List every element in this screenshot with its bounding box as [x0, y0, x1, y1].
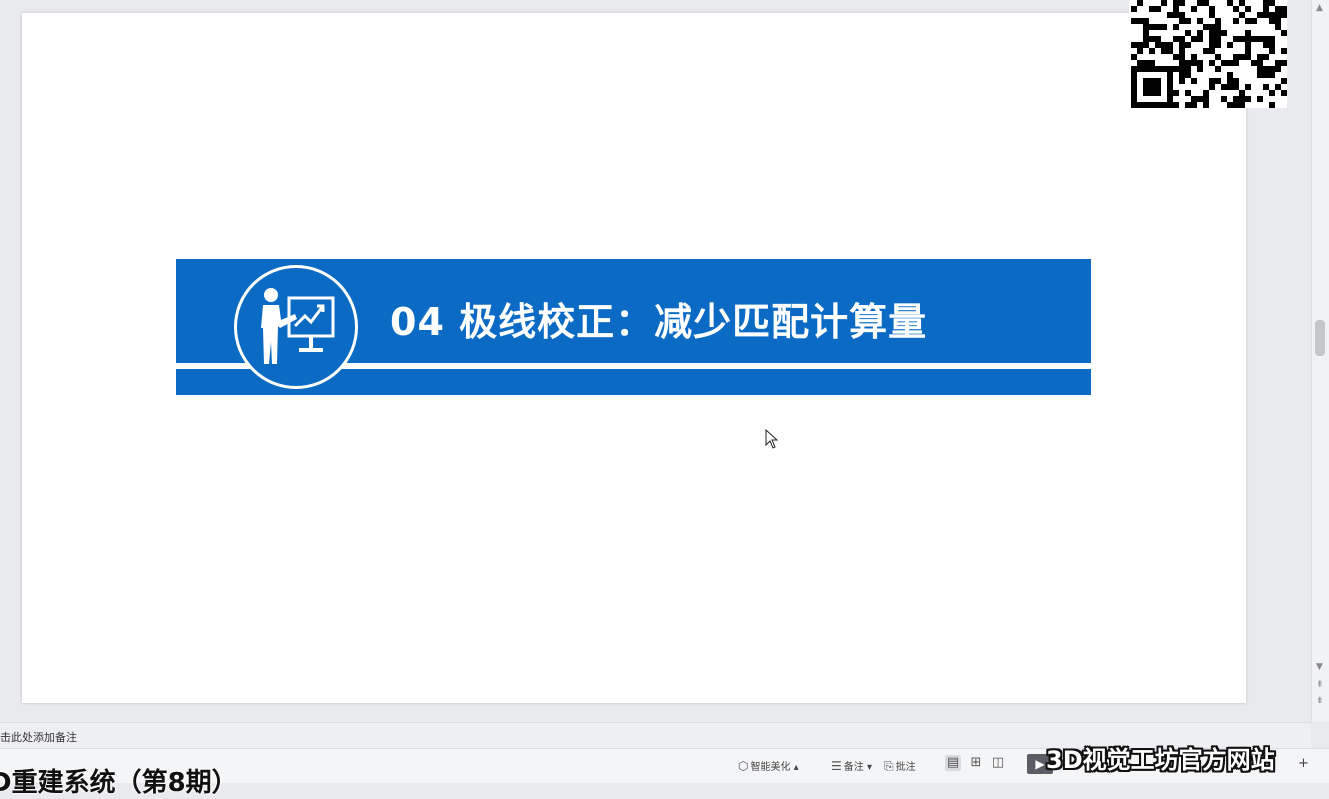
- notes-button[interactable]: ☰ 备注 ▾: [831, 758, 872, 773]
- comments-button[interactable]: ⎘ 批注: [884, 758, 916, 774]
- qr-code: [1129, 0, 1287, 108]
- smart-beautify-button[interactable]: ⬡ 智能美化 ▴: [738, 758, 799, 773]
- presenter-badge: [234, 265, 358, 389]
- notes-icon: ☰: [831, 759, 842, 773]
- scrollbar-thumb[interactable]: [1315, 320, 1325, 356]
- reading-view-icon[interactable]: ◫: [990, 755, 1006, 771]
- slide-title[interactable]: 04 极线校正：减少匹配计算量: [390, 291, 927, 346]
- normal-view-icon[interactable]: ▤: [945, 755, 961, 771]
- chevron-down-icon: ▾: [866, 762, 872, 773]
- comment-icon: ⎘: [884, 759, 894, 773]
- chevron-up-icon: ▴: [793, 762, 799, 773]
- scroll-up-icon[interactable]: ▲: [1316, 3, 1323, 13]
- video-subtitle: D重建系统（第8期）: [0, 768, 238, 798]
- comments-label: 批注: [895, 762, 916, 773]
- smart-beautify-label: 智能美化: [750, 762, 791, 773]
- next-slide-icon[interactable]: ⇟: [1316, 696, 1324, 706]
- slide-workspace: 04 极线校正：减少匹配计算量: [0, 0, 1311, 722]
- zoom-in-icon[interactable]: +: [1298, 756, 1309, 771]
- scroll-down-icon[interactable]: ▼: [1316, 662, 1323, 672]
- prev-slide-icon[interactable]: ⇞: [1316, 680, 1324, 690]
- grid-view-icon[interactable]: ⊞: [968, 755, 984, 771]
- vertical-scrollbar[interactable]: ▲ ▼ ⇞ ⇟: [1311, 0, 1329, 722]
- notes-placeholder[interactable]: 击此处添加备注: [0, 729, 77, 745]
- slide-canvas[interactable]: 04 极线校正：减少匹配计算量: [22, 13, 1246, 703]
- watermark-text: 3D视觉工坊官方网站: [1046, 746, 1275, 774]
- presenter-chart-icon: [261, 288, 335, 364]
- notes-label: 备注: [843, 762, 864, 773]
- cube-icon: ⬡: [738, 759, 749, 773]
- mouse-cursor-icon: [765, 429, 779, 449]
